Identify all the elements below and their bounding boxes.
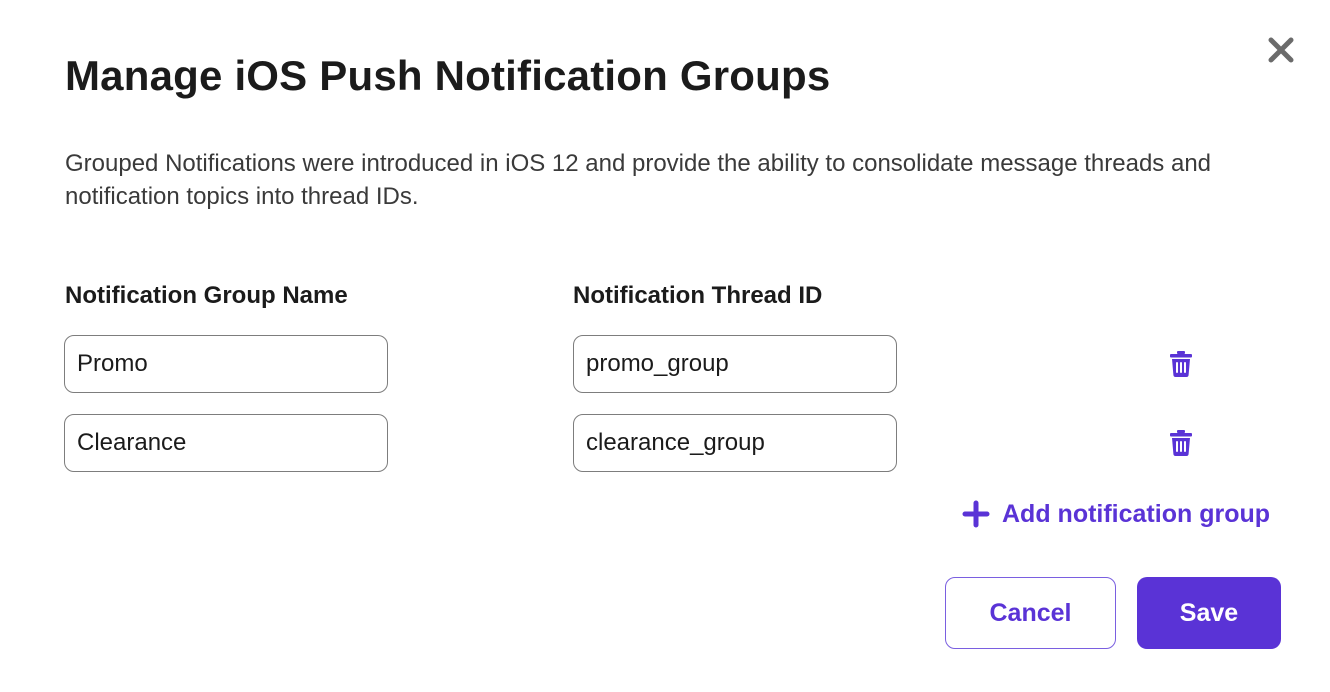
thread-id-input[interactable] [573, 414, 897, 472]
close-button[interactable] [1262, 31, 1300, 69]
group-name-input[interactable] [64, 414, 388, 472]
close-icon [1268, 37, 1294, 63]
manage-notification-groups-dialog: Manage iOS Push Notification Groups Grou… [0, 0, 1330, 692]
column-header-group-name: Notification Group Name [65, 282, 348, 309]
delete-group-button[interactable] [1161, 344, 1201, 384]
trash-icon [1170, 430, 1192, 456]
save-button[interactable]: Save [1137, 577, 1281, 649]
cancel-button[interactable]: Cancel [945, 577, 1116, 649]
add-notification-group-label: Add notification group [1002, 499, 1271, 528]
plus-icon [962, 500, 990, 528]
delete-group-button[interactable] [1161, 423, 1201, 463]
thread-id-input[interactable] [573, 335, 897, 393]
add-notification-group-link[interactable]: Add notification group [962, 496, 1270, 532]
dialog-description: Grouped Notifications were introduced in… [65, 150, 1212, 210]
group-name-input[interactable] [64, 335, 388, 393]
trash-icon [1170, 351, 1192, 377]
column-header-thread-id: Notification Thread ID [573, 282, 823, 309]
dialog-title: Manage iOS Push Notification Groups [65, 52, 831, 99]
